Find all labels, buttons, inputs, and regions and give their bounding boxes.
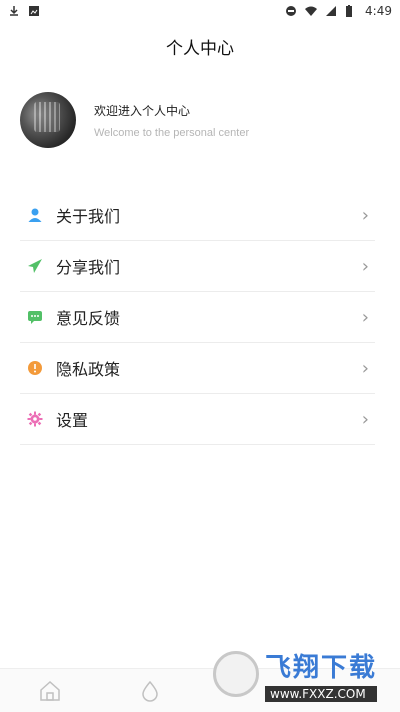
menu-list: 关于我们 › 分享我们 › 意见反馈 › 隐私政策 › 设置 › xyxy=(20,190,375,445)
status-time: 4:49 xyxy=(365,4,392,18)
chat-bubble-icon xyxy=(26,308,44,326)
signal-icon xyxy=(325,5,337,17)
download-icon xyxy=(8,5,20,17)
menu-label-about: 关于我们 xyxy=(56,207,121,226)
page-title: 个人中心 xyxy=(166,39,234,59)
home-icon[interactable] xyxy=(38,679,62,703)
watermark-logo-icon xyxy=(213,651,259,697)
status-right: 4:49 xyxy=(285,4,392,18)
info-circle-icon xyxy=(26,359,44,377)
wifi-icon xyxy=(305,5,318,17)
menu-item-settings[interactable]: 设置 › xyxy=(20,394,375,445)
menu-item-about[interactable]: 关于我们 › xyxy=(20,190,375,241)
watermark-url: www.FXXZ.COM xyxy=(265,685,378,702)
status-bar: 4:49 xyxy=(0,0,400,22)
avatar[interactable] xyxy=(20,92,76,148)
paper-plane-icon xyxy=(26,257,44,275)
profile-header: 欢迎进入个人中心 Welcome to the personal center xyxy=(20,92,249,148)
profile-text: 欢迎进入个人中心 Welcome to the personal center xyxy=(94,102,249,139)
menu-label-privacy: 隐私政策 xyxy=(56,360,121,379)
chevron-right-icon: › xyxy=(361,306,369,328)
menu-item-share[interactable]: 分享我们 › xyxy=(20,241,375,292)
user-icon xyxy=(26,206,44,224)
watermark: 飞翔下载 www.FXXZ.COM xyxy=(213,646,388,702)
profile-title: 欢迎进入个人中心 xyxy=(94,103,191,118)
status-left xyxy=(8,5,40,17)
menu-label-share: 分享我们 xyxy=(56,258,121,277)
watermark-title: 飞翔下载 xyxy=(265,652,378,683)
drop-icon[interactable] xyxy=(138,679,162,703)
do-not-disturb-icon xyxy=(285,5,297,17)
menu-item-privacy[interactable]: 隐私政策 › xyxy=(20,343,375,394)
profile-subtitle: Welcome to the personal center xyxy=(94,126,250,139)
menu-label-feedback: 意见反馈 xyxy=(56,309,121,328)
battery-icon xyxy=(345,5,357,17)
watermark-text: 飞翔下载 www.FXXZ.COM xyxy=(265,647,378,702)
menu-item-feedback[interactable]: 意见反馈 › xyxy=(20,292,375,343)
menu-label-settings: 设置 xyxy=(56,411,89,430)
chevron-right-icon: › xyxy=(361,408,369,430)
chevron-right-icon: › xyxy=(361,204,369,226)
image-icon xyxy=(28,5,40,17)
chevron-right-icon: › xyxy=(361,255,369,277)
chevron-right-icon: › xyxy=(361,357,369,379)
gear-icon xyxy=(26,410,44,428)
